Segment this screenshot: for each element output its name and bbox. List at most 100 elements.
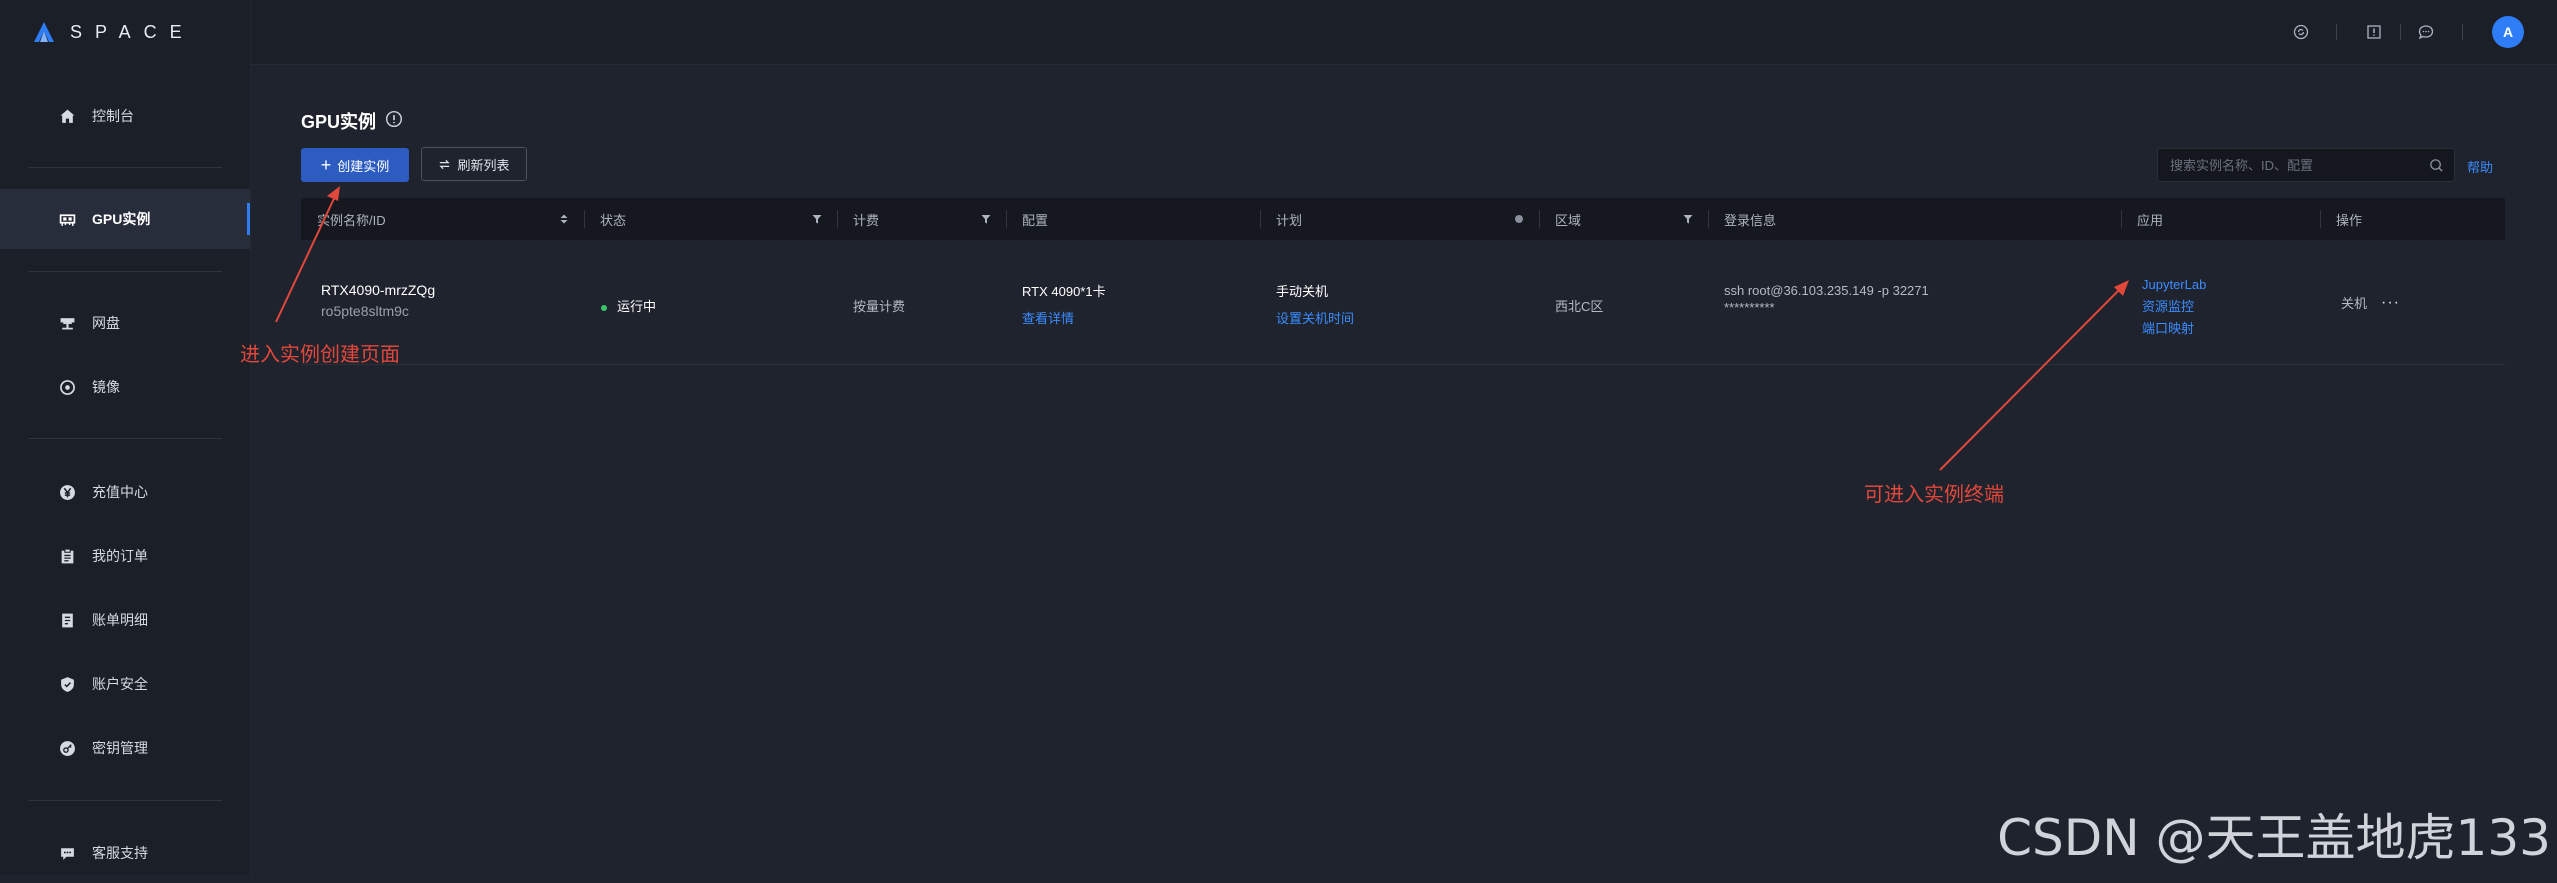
port-mapping-link[interactable]: 端口映射 [2142, 318, 2206, 340]
config-text: RTX 4090*1卡 [1022, 284, 1106, 299]
page-title: GPU实例 [301, 112, 377, 132]
filter-icon[interactable] [811, 212, 823, 226]
home-icon [58, 107, 76, 125]
sidebar-item-customer-support[interactable]: 客服支持 [0, 823, 250, 883]
top-bar [251, 0, 2557, 65]
sidebar-item-label: 充值中心 [92, 484, 148, 500]
login-info-cell: ssh root@36.103.235.149 -p 32271 *******… [1724, 283, 1929, 315]
sidebar-item-dashboard[interactable]: 控制台 [0, 86, 250, 146]
instance-name-cell: RTX4090-mrzZQg ro5pte8sltm9c [321, 282, 435, 319]
sidebar-divider [28, 167, 222, 168]
plan-info-icon[interactable] [1513, 212, 1525, 226]
region-text: 西北C区 [1555, 299, 1604, 314]
sidebar-item-image[interactable]: 镜像 [0, 357, 250, 417]
plan-cell: 手动关机 设置关机时间 [1276, 281, 1354, 327]
password-masked[interactable]: ********** [1724, 300, 1929, 315]
sidebar-item-label: 控制台 [92, 108, 134, 124]
sidebar-item-label: 客服支持 [92, 845, 148, 861]
sidebar-item-label: 账单明细 [92, 612, 148, 628]
csdn-watermark: CSDN @天王盖地虎133 [1997, 809, 2551, 867]
instance-id: ro5pte8sltm9c [321, 303, 409, 319]
set-shutdown-time-link[interactable]: 设置关机时间 [1276, 308, 1354, 327]
sidebar-divider [28, 271, 222, 272]
sidebar-item-cloud-disk[interactable]: 网盘 [0, 293, 250, 353]
billing-text: 按量计费 [853, 299, 906, 314]
refresh-list-label: 刷新列表 [457, 157, 510, 173]
sidebar-item-label: 镜像 [92, 379, 120, 395]
terminal-annotation: 可进入实例终端 [1864, 484, 2004, 506]
sidebar-item-account-security[interactable]: 账户安全 [0, 654, 250, 714]
actions-cell: 关机 ··· [2341, 293, 2400, 312]
ssh-command[interactable]: ssh root@36.103.235.149 -p 32271 [1724, 283, 1929, 298]
filter-icon[interactable] [980, 212, 992, 226]
shutdown-button[interactable]: 关机 [2341, 293, 2367, 312]
plus-icon: + [320, 155, 332, 175]
refresh-circle-icon[interactable] [2291, 22, 2311, 42]
key-icon [58, 739, 76, 757]
header-separator [2336, 24, 2337, 40]
instance-search-input[interactable] [2158, 149, 2422, 181]
sidebar-divider [28, 438, 222, 439]
sidebar-item-gpu-instance[interactable]: GPU实例 [0, 189, 250, 249]
view-details-link[interactable]: 查看详情 [1022, 308, 1106, 327]
bill-icon [58, 611, 76, 629]
status-cell: 运行中 [601, 296, 656, 315]
user-avatar[interactable]: A [2492, 16, 2524, 48]
instance-table: 实例名称/ID 状态 计费 配置 计划 区域 登录信息 应用 操作 RTX409… [301, 198, 2505, 365]
info-icon[interactable] [385, 110, 403, 128]
status-running-dot [601, 304, 607, 311]
column-header-config: 配置 [1006, 198, 1260, 240]
instance-name: RTX4090-mrzZQg [321, 282, 436, 298]
yen-coin-icon [58, 483, 76, 501]
sidebar-item-bill-details[interactable]: 账单明细 [0, 590, 250, 650]
sidebar-item-label: 账户安全 [92, 676, 148, 692]
sidebar-item-my-orders[interactable]: 我的订单 [0, 526, 250, 586]
sidebar-item-label: GPU实例 [92, 211, 151, 227]
resource-monitor-link[interactable]: 资源监控 [2142, 296, 2206, 318]
create-instance-button[interactable]: + 创建实例 [301, 148, 409, 182]
header-separator [2400, 24, 2401, 40]
help-link[interactable]: 帮助 [2467, 157, 2493, 176]
config-cell: RTX 4090*1卡 查看详情 [1022, 281, 1106, 327]
image-disc-icon [58, 378, 76, 396]
sidebar-item-label: 密钥管理 [92, 740, 148, 756]
swap-refresh-icon [439, 159, 451, 169]
sidebar-item-label: 网盘 [92, 315, 120, 331]
message-icon[interactable] [2416, 22, 2436, 42]
gpu-instance-icon [58, 210, 76, 228]
plan-text: 手动关机 [1276, 284, 1329, 299]
brand-logo[interactable]: SPACE [32, 20, 195, 44]
brand-name: SPACE [70, 21, 195, 42]
space-logo-icon [34, 22, 54, 42]
sidebar-item-recharge[interactable]: 充值中心 [0, 462, 250, 522]
chat-icon [58, 844, 76, 862]
create-page-annotation: 进入实例创建页面 [240, 344, 400, 366]
column-header-status: 状态 [584, 198, 837, 240]
cloud-disk-icon [58, 314, 76, 332]
table-row: RTX4090-mrzZQg ro5pte8sltm9c 运行中 按量计费 RT… [301, 240, 2505, 365]
clipboard-icon [58, 547, 76, 565]
apps-cell: JupyterLab 资源监控 端口映射 [2142, 274, 2206, 340]
refresh-list-button[interactable]: 刷新列表 [421, 147, 527, 181]
create-instance-label: 创建实例 [337, 158, 390, 174]
sidebar: SPACE 控制台 GPU实例 网盘 镜像 充值中心 我的订单 账单明细 账户安… [0, 0, 251, 875]
more-actions-icon[interactable]: ··· [2381, 294, 2400, 312]
instance-search-box [2157, 148, 2455, 182]
search-icon[interactable] [2429, 158, 2444, 173]
column-header-apps: 应用 [2121, 198, 2320, 240]
sort-icon[interactable] [558, 212, 570, 226]
column-header-plan: 计划 [1260, 198, 1539, 240]
annotation-arrows [275, 186, 2129, 471]
filter-icon[interactable] [1682, 212, 1694, 226]
sidebar-item-key-management[interactable]: 密钥管理 [0, 718, 250, 778]
shield-icon [58, 675, 76, 693]
notice-icon[interactable] [2364, 22, 2384, 42]
status-text: 运行中 [617, 299, 657, 314]
table-header: 实例名称/ID 状态 计费 配置 计划 区域 登录信息 应用 操作 [301, 198, 2505, 240]
column-header-actions: 操作 [2320, 198, 2505, 240]
sidebar-divider [28, 800, 222, 801]
column-header-billing: 计费 [837, 198, 1006, 240]
header-separator [2462, 24, 2463, 40]
jupyterlab-link[interactable]: JupyterLab [2142, 274, 2206, 296]
column-header-region: 区域 [1539, 198, 1708, 240]
